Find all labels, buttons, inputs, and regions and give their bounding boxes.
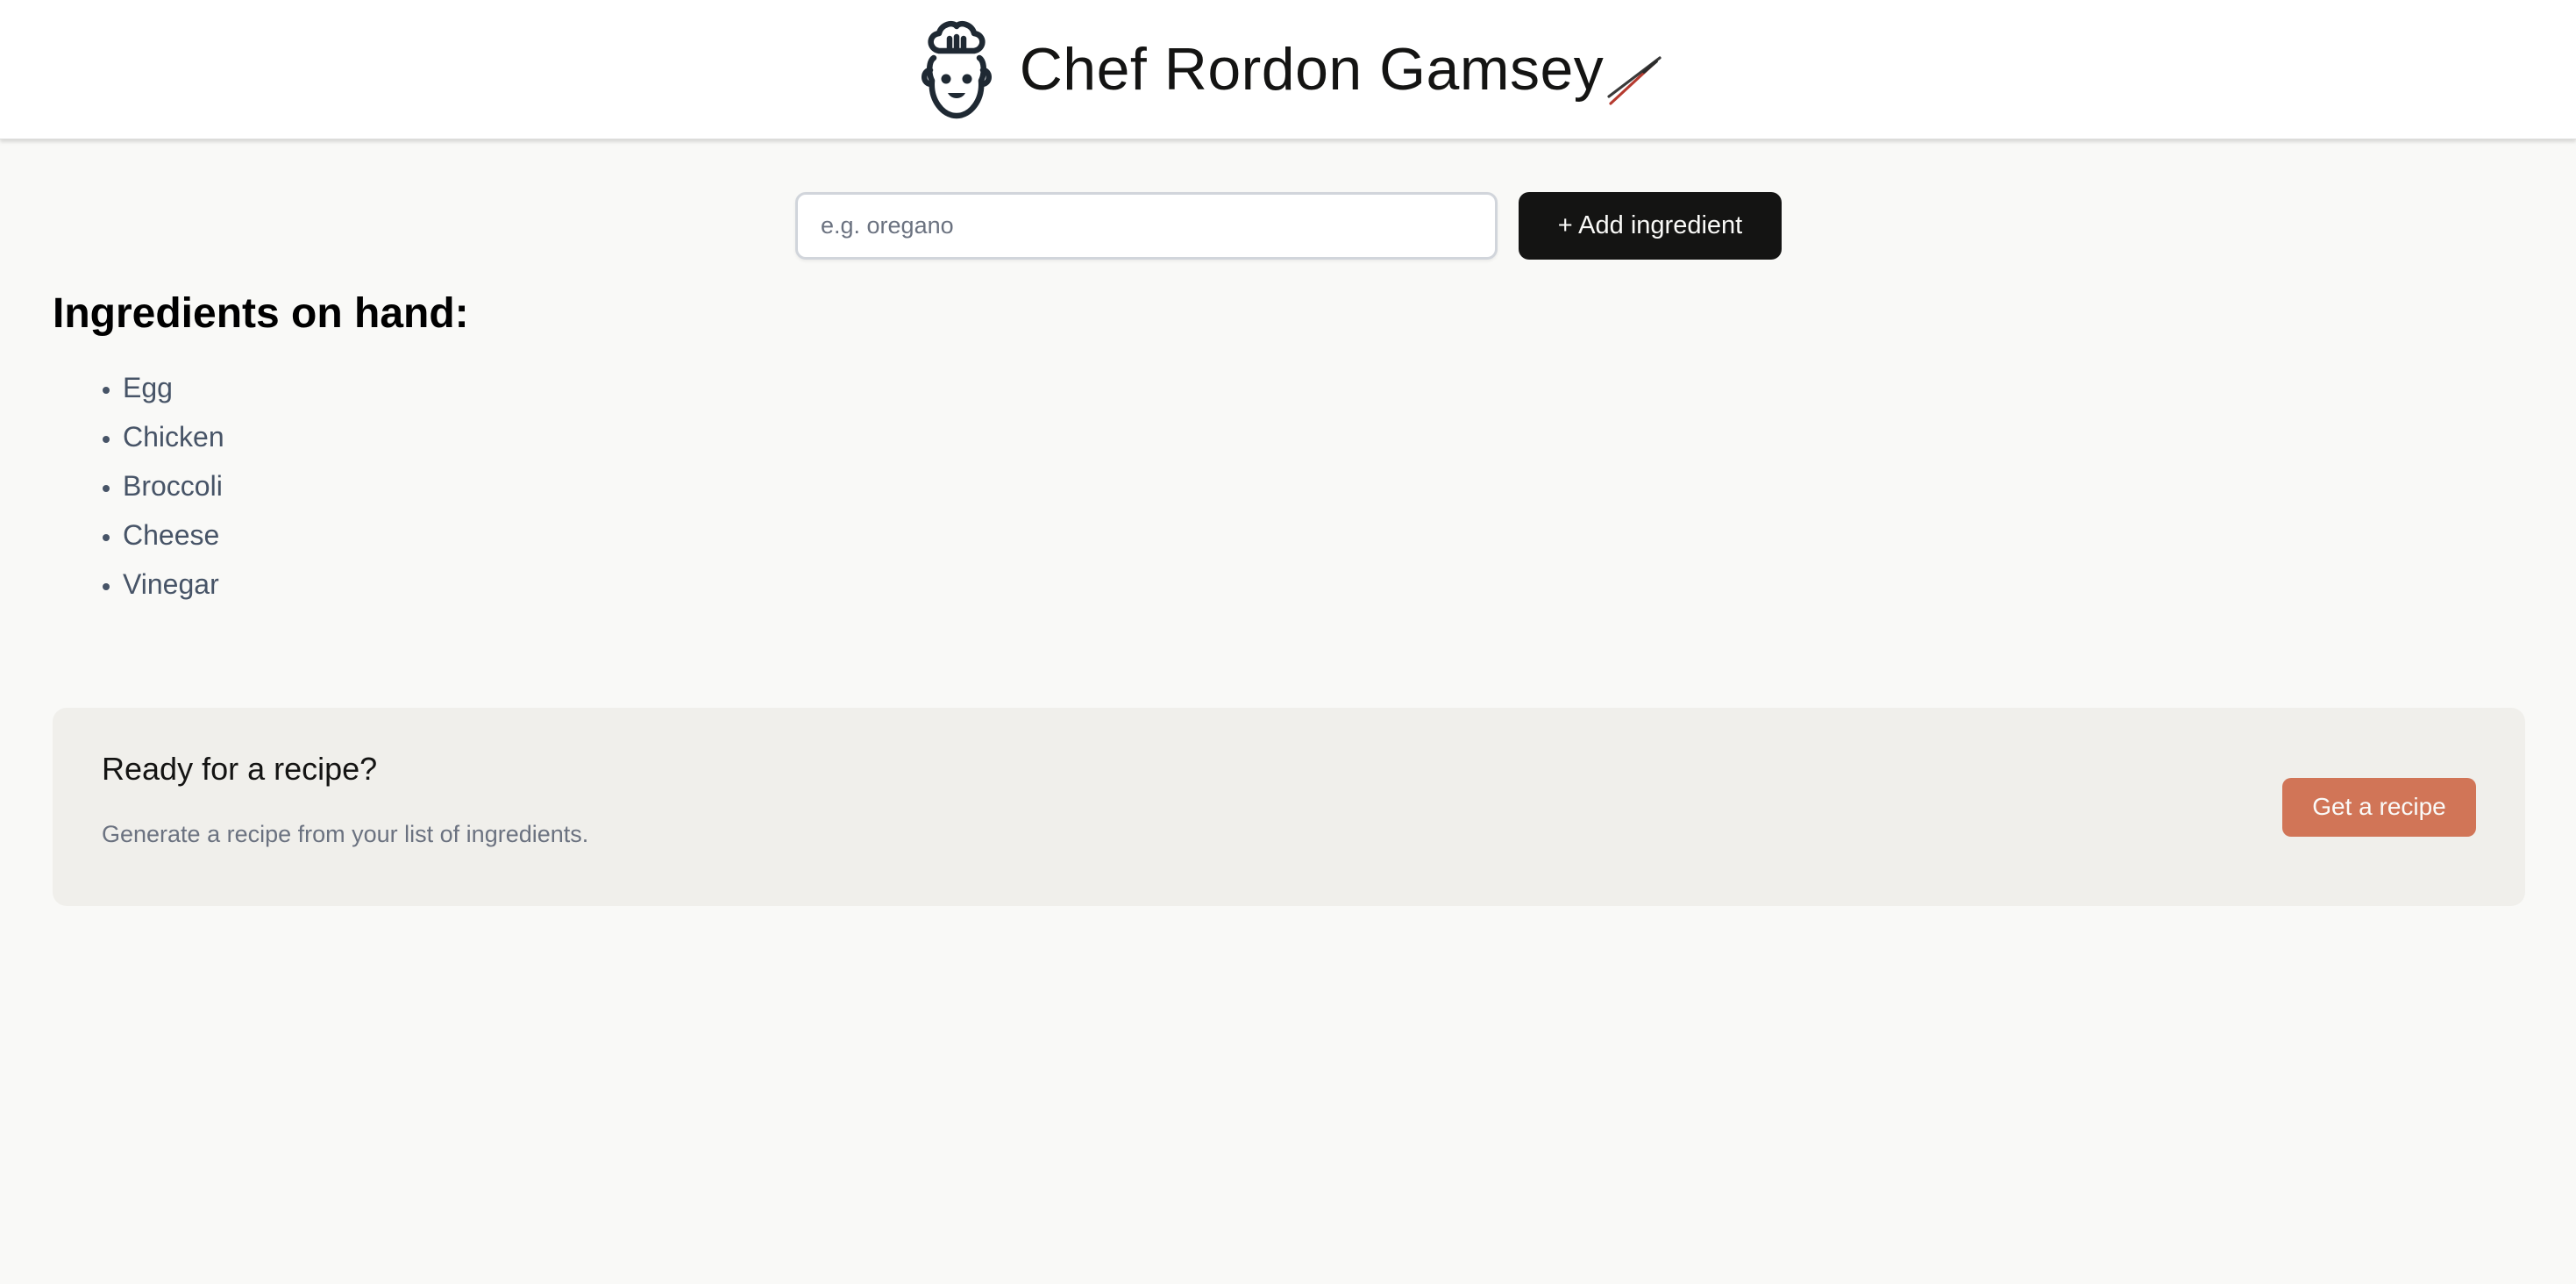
ingredient-item: Egg — [123, 363, 469, 412]
chef-face-icon — [921, 21, 992, 119]
recipe-panel-text: Ready for a recipe? Generate a recipe fr… — [102, 751, 589, 848]
recipe-panel-description: Generate a recipe from your list of ingr… — [102, 820, 589, 847]
add-ingredient-button[interactable]: + Add ingredient — [1519, 192, 1782, 260]
ingredient-item: Cheese — [123, 510, 469, 560]
app-title: Chef Rordon Gamsey — [1019, 35, 1662, 105]
ingredient-item: Vinegar — [123, 560, 469, 609]
recipe-panel-title: Ready for a recipe? — [102, 750, 378, 787]
ingredients-list: Egg Chicken Broccoli Cheese Vinegar — [53, 363, 469, 609]
ingredient-input[interactable] — [795, 192, 1498, 260]
brand: Chef Rordon Gamsey — [913, 18, 1662, 121]
ingredient-item: Chicken — [123, 412, 469, 461]
ingredients-section: Ingredients on hand: Egg Chicken Broccol… — [53, 289, 469, 609]
ingredient-item: Broccoli — [123, 461, 469, 510]
get-recipe-button[interactable]: Get a recipe — [2282, 777, 2476, 837]
chopsticks-icon — [1607, 56, 1662, 105]
app-title-text: Chef Rordon Gamsey — [1019, 36, 1605, 103]
ingredients-heading: Ingredients on hand: — [53, 290, 469, 337]
add-ingredient-form: + Add ingredient — [795, 192, 1782, 260]
app-header: Chef Rordon Gamsey — [0, 0, 2576, 139]
get-recipe-panel: Ready for a recipe? Generate a recipe fr… — [53, 708, 2525, 906]
